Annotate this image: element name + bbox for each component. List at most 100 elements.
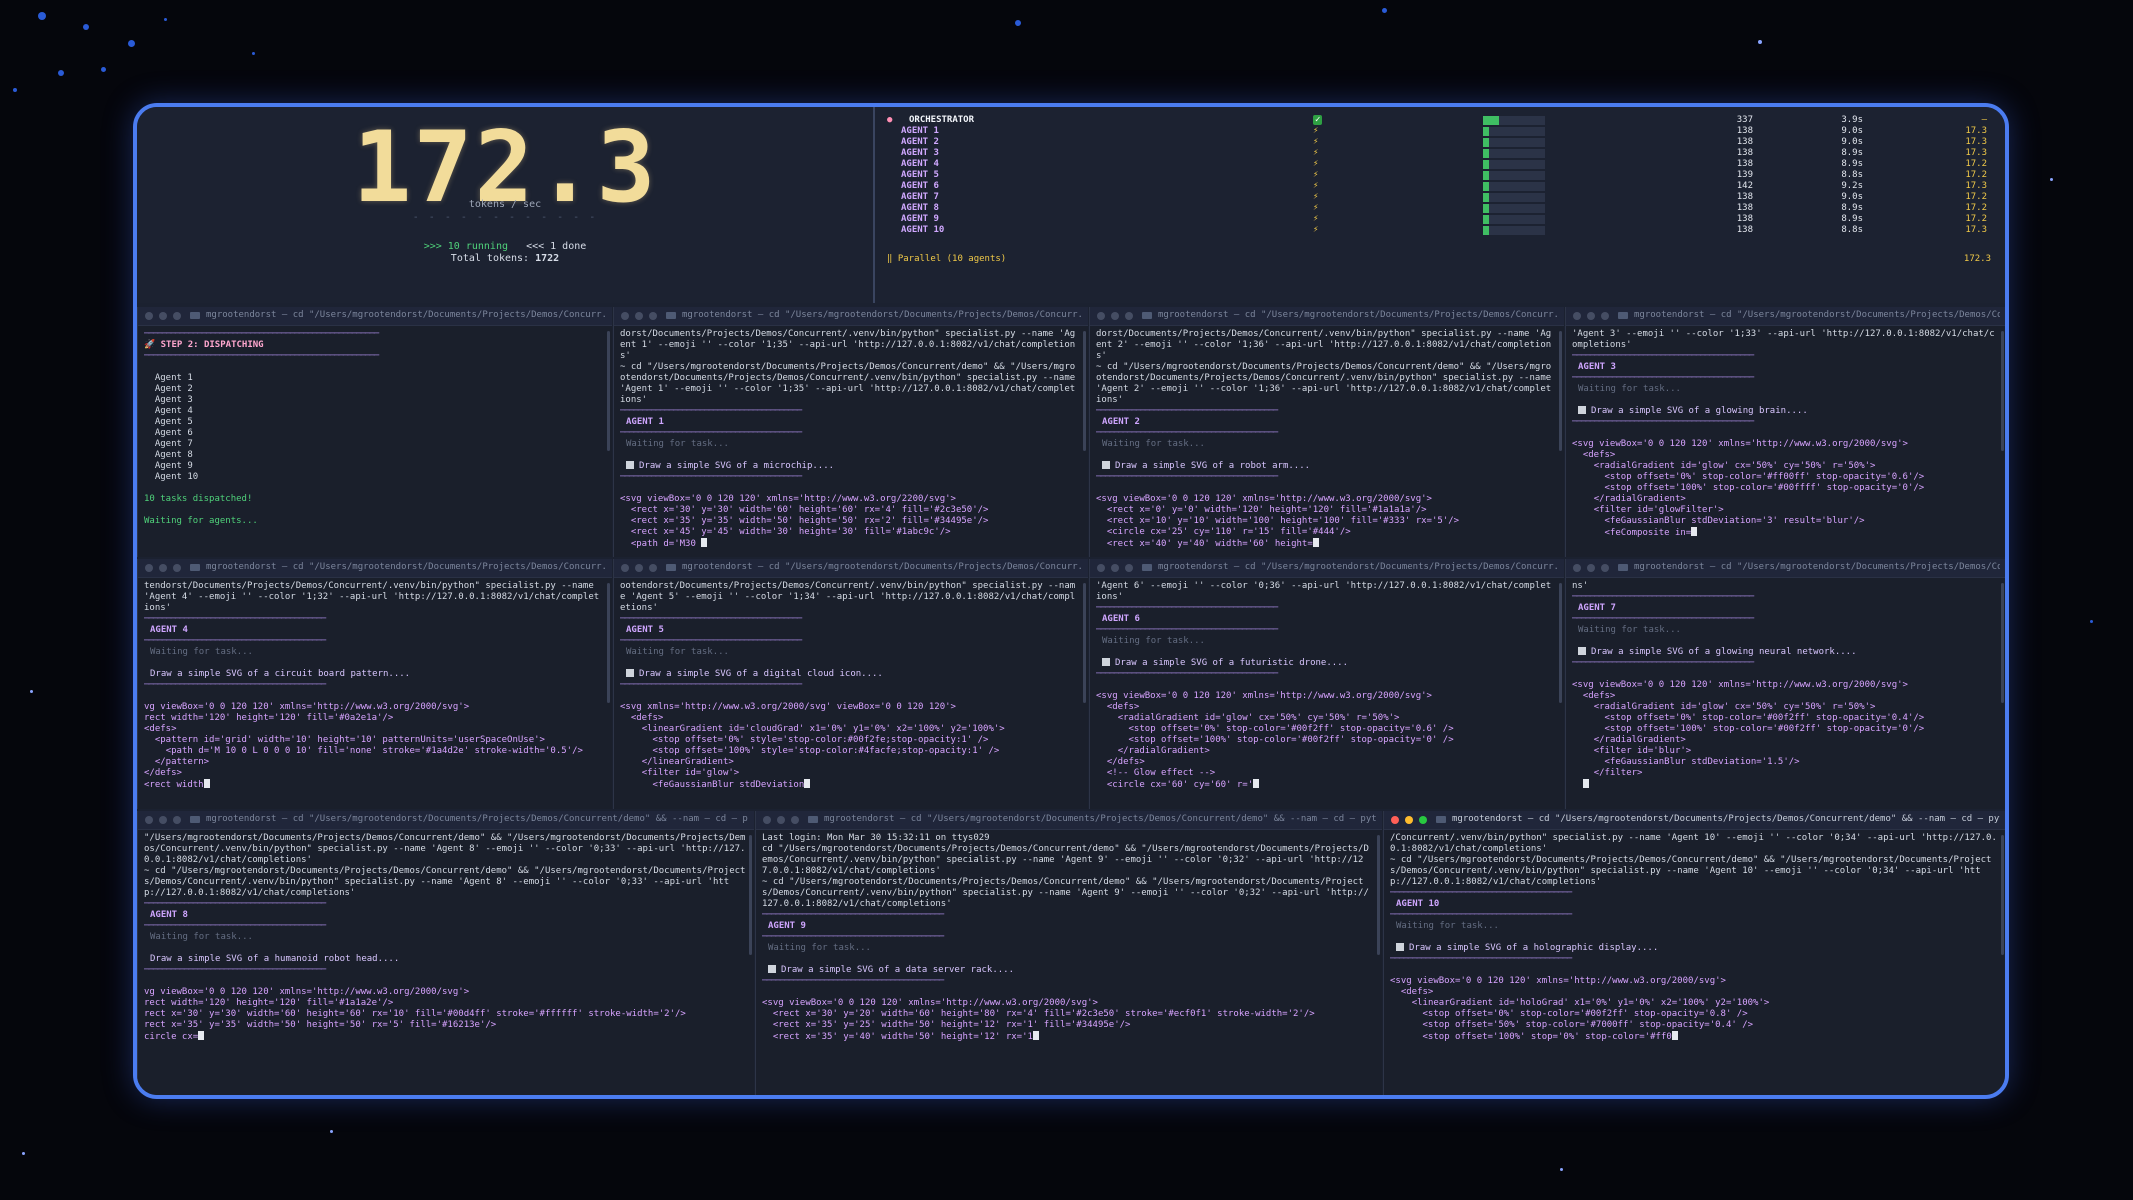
line-text: <stop offset='100%' stop='0%' stop-color… — [1390, 1032, 1672, 1042]
close-button[interactable] — [763, 816, 771, 824]
terminal-output[interactable]: dorst/Documents/Projects/Demos/Concurren… — [620, 329, 1080, 557]
minimize-button[interactable] — [1405, 816, 1413, 824]
output-line: <svg viewBox='0 0 120 120' xmlns='http:/… — [1572, 439, 1998, 450]
zoom-button[interactable] — [1601, 564, 1609, 572]
close-button[interactable] — [1097, 312, 1105, 320]
scrollbar[interactable] — [2001, 583, 2004, 703]
terminal-output[interactable]: tendorst/Documents/Projects/Demos/Concur… — [144, 581, 604, 809]
output-line: <filter id='blur'> — [1572, 746, 1998, 757]
output-line: ~ cd "/Users/mgrootendorst/Documents/Pro… — [1096, 362, 1556, 406]
terminal-output[interactable]: 'Agent 6' --emoji '' --color '0;36' --ap… — [1096, 581, 1556, 809]
title-bar[interactable]: mgrootendorst — cd "/Users/mgrootendorst… — [1090, 307, 1564, 326]
terminal-window[interactable]: mgrootendorst — cd "/Users/mgrootendorst… — [1565, 559, 2005, 809]
minimize-button[interactable] — [159, 312, 167, 320]
terminal-window[interactable]: mgrootendorst — cd "/Users/mgrootendorst… — [137, 559, 612, 809]
terminal-window[interactable]: mgrootendorst — cd "/Users/mgrootendorst… — [1089, 307, 1564, 557]
title-bar[interactable]: mgrootendorst — cd "/Users/mgrootendorst… — [138, 307, 612, 326]
terminal-window[interactable]: mgrootendorst — cd "/Users/mgrootendorst… — [1565, 307, 2005, 557]
zoom-button[interactable] — [649, 564, 657, 572]
line-text: ~ cd "/Users/mgrootendorst/Documents/Pro… — [1096, 362, 1552, 405]
token-count: 138 — [1736, 203, 1753, 213]
close-button[interactable] — [145, 312, 153, 320]
minimize-button[interactable] — [1111, 564, 1119, 572]
terminal-output[interactable]: Last login: Mon Mar 30 15:32:11 on ttys0… — [762, 833, 1374, 1095]
minimize-button[interactable] — [635, 564, 643, 572]
terminal-window[interactable]: mgrootendorst — cd "/Users/mgrootendorst… — [137, 307, 612, 557]
line-text: ────────────────────────────────────────… — [620, 428, 802, 438]
line-text: <svg viewBox='0 0 120 120' xmlns='http:/… — [1572, 439, 1908, 449]
line-text: ────────────────────────────────────────… — [1390, 888, 1572, 898]
scrollbar[interactable] — [607, 331, 610, 451]
minimize-button[interactable] — [1111, 312, 1119, 320]
terminal-output[interactable]: "/Users/mgrootendorst/Documents/Projects… — [144, 833, 746, 1095]
close-button[interactable] — [145, 816, 153, 824]
terminal-output[interactable]: ns' ─────────────────────────────────────… — [1572, 581, 1998, 809]
title-bar[interactable]: mgrootendorst — cd "/Users/mgrootendorst… — [614, 559, 1088, 578]
close-button[interactable] — [621, 312, 629, 320]
terminal-output[interactable]: /Concurrent/.venv/bin/python" specialist… — [1390, 833, 1998, 1095]
close-button[interactable] — [1573, 312, 1581, 320]
scrollbar[interactable] — [2001, 331, 2004, 451]
title-bar[interactable]: mgrootendorst — cd "/Users/mgrootendorst… — [614, 307, 1088, 326]
scrollbar[interactable] — [1559, 331, 1562, 451]
minimize-button[interactable] — [635, 312, 643, 320]
output-line: ────────────────────────────────────────… — [1390, 910, 1998, 921]
scrollbar[interactable] — [749, 835, 752, 955]
output-line: <defs> — [144, 724, 604, 735]
scrollbar[interactable] — [1559, 583, 1562, 703]
zoom-button[interactable] — [649, 312, 657, 320]
elapsed-time: 8.9s — [1841, 203, 1863, 213]
terminal-window[interactable]: mgrootendorst — cd "/Users/mgrootendorst… — [1089, 559, 1564, 809]
terminal-window[interactable]: mgrootendorst — cd "/Users/mgrootendorst… — [1383, 811, 2005, 1095]
output-line: <!-- Glow effect --> — [1096, 768, 1556, 779]
line-text: <stop offset='100%' stop-color='#00f2ff'… — [1096, 735, 1454, 745]
agent-status-row: AGENT 2 ⚡ 138 9.0s 17.3 — [883, 137, 1993, 148]
minimize-button[interactable] — [1587, 312, 1595, 320]
output-line: <rect x='0' y='0' width='120' height='12… — [1096, 505, 1556, 516]
scrollbar[interactable] — [1083, 331, 1086, 451]
title-bar[interactable]: mgrootendorst — cd "/Users/mgrootendorst… — [138, 811, 754, 830]
title-bar[interactable]: mgrootendorst — cd "/Users/mgrootendorst… — [756, 811, 1382, 830]
terminal-window[interactable]: mgrootendorst — cd "/Users/mgrootendorst… — [613, 559, 1088, 809]
zoom-button[interactable] — [1125, 564, 1133, 572]
scrollbar[interactable] — [1377, 835, 1380, 955]
title-bar[interactable]: mgrootendorst — cd "/Users/mgrootendorst… — [1090, 559, 1564, 578]
title-bar[interactable]: mgrootendorst — cd "/Users/mgrootendorst… — [1566, 559, 2005, 578]
minimize-button[interactable] — [777, 816, 785, 824]
output-line: Waiting for task... — [144, 932, 746, 943]
title-bar[interactable]: mgrootendorst — cd "/Users/mgrootendorst… — [138, 559, 612, 578]
run-status-line: >>> 10 running <<< 1 done — [137, 241, 873, 252]
minimize-button[interactable] — [159, 564, 167, 572]
terminal-window[interactable]: mgrootendorst — cd "/Users/mgrootendorst… — [137, 811, 754, 1095]
terminal-window[interactable]: mgrootendorst — cd "/Users/mgrootendorst… — [755, 811, 1382, 1095]
zoom-button[interactable] — [791, 816, 799, 824]
close-button[interactable] — [1097, 564, 1105, 572]
close-button[interactable] — [1573, 564, 1581, 572]
close-button[interactable] — [1391, 816, 1399, 824]
close-button[interactable] — [621, 564, 629, 572]
terminal-output[interactable]: ────────────────────────────────────────… — [144, 329, 604, 557]
title-bar[interactable]: mgrootendorst — cd "/Users/mgrootendorst… — [1384, 811, 2005, 830]
line-text: <stop offset='0%' stop-color='#00f2ff' s… — [1096, 724, 1454, 734]
zoom-button[interactable] — [1419, 816, 1427, 824]
scrollbar[interactable] — [607, 583, 610, 703]
terminal-output[interactable]: ootendorst/Documents/Projects/Demos/Conc… — [620, 581, 1080, 809]
scrollbar[interactable] — [2001, 835, 2004, 955]
scrollbar[interactable] — [1083, 583, 1086, 703]
zoom-button[interactable] — [173, 816, 181, 824]
minimize-button[interactable] — [159, 816, 167, 824]
output-line: <svg xmlns='http://www.w3.org/2000/svg' … — [620, 702, 1080, 713]
terminal-window[interactable]: mgrootendorst — cd "/Users/mgrootendorst… — [613, 307, 1088, 557]
zoom-button[interactable] — [173, 312, 181, 320]
terminal-output[interactable]: dorst/Documents/Projects/Demos/Concurren… — [1096, 329, 1556, 557]
zoom-button[interactable] — [173, 564, 181, 572]
output-line: Draw a simple SVG of a microchip.... — [620, 461, 1080, 472]
title-bar[interactable]: mgrootendorst — cd "/Users/mgrootendorst… — [1566, 307, 2005, 326]
terminal-output[interactable]: 'Agent 3' --emoji '' --color '1;33' --ap… — [1572, 329, 1998, 557]
zoom-button[interactable] — [1601, 312, 1609, 320]
zoom-button[interactable] — [1125, 312, 1133, 320]
lightning-icon: ⚡ — [1313, 137, 1319, 147]
close-button[interactable] — [145, 564, 153, 572]
minimize-button[interactable] — [1587, 564, 1595, 572]
